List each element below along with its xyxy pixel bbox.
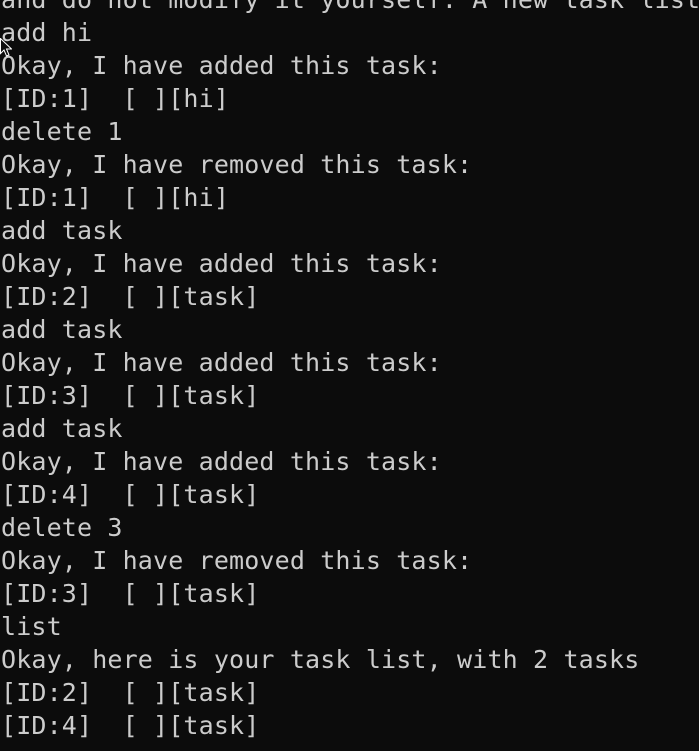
response-line: Okay, I have removed this task:	[1, 150, 473, 179]
task-entry-line: [ID:2] [ ][task]	[1, 678, 260, 707]
command-line: add hi	[1, 18, 93, 47]
command-line: add task	[1, 216, 123, 245]
terminal-window[interactable]: and do not modify it yourself. A new tas…	[0, 0, 699, 751]
response-line: Okay, I have added this task:	[1, 51, 442, 80]
command-line: list	[1, 612, 62, 641]
task-entry-line: [ID:1] [ ][hi]	[1, 183, 230, 212]
response-line: Okay, I have added this task:	[1, 447, 442, 476]
response-line: Okay, here is your task list, with 2 tas…	[1, 645, 640, 674]
command-line: add task	[1, 414, 123, 443]
command-line: delete 3	[1, 513, 123, 542]
response-line: Okay, I have removed this task:	[1, 546, 473, 575]
command-line: add task	[1, 315, 123, 344]
mouse-pointer-icon	[0, 38, 12, 57]
task-entry-line: [ID:4] [ ][task]	[1, 480, 260, 509]
command-line: delete 1	[1, 117, 123, 146]
output-line-truncated: and do not modify it yourself. A new tas…	[1, 0, 699, 16]
terminal-output: and do not modify it yourself. A new tas…	[1, 0, 699, 742]
task-entry-line: [ID:3] [ ][task]	[1, 381, 260, 410]
task-entry-line: [ID:1] [ ][hi]	[1, 84, 230, 113]
response-line: Okay, I have added this task:	[1, 348, 442, 377]
task-entry-line: [ID:2] [ ][task]	[1, 282, 260, 311]
response-line: Okay, I have added this task:	[1, 249, 442, 278]
task-entry-line: [ID:3] [ ][task]	[1, 579, 260, 608]
task-entry-line: [ID:4] [ ][task]	[1, 711, 260, 740]
